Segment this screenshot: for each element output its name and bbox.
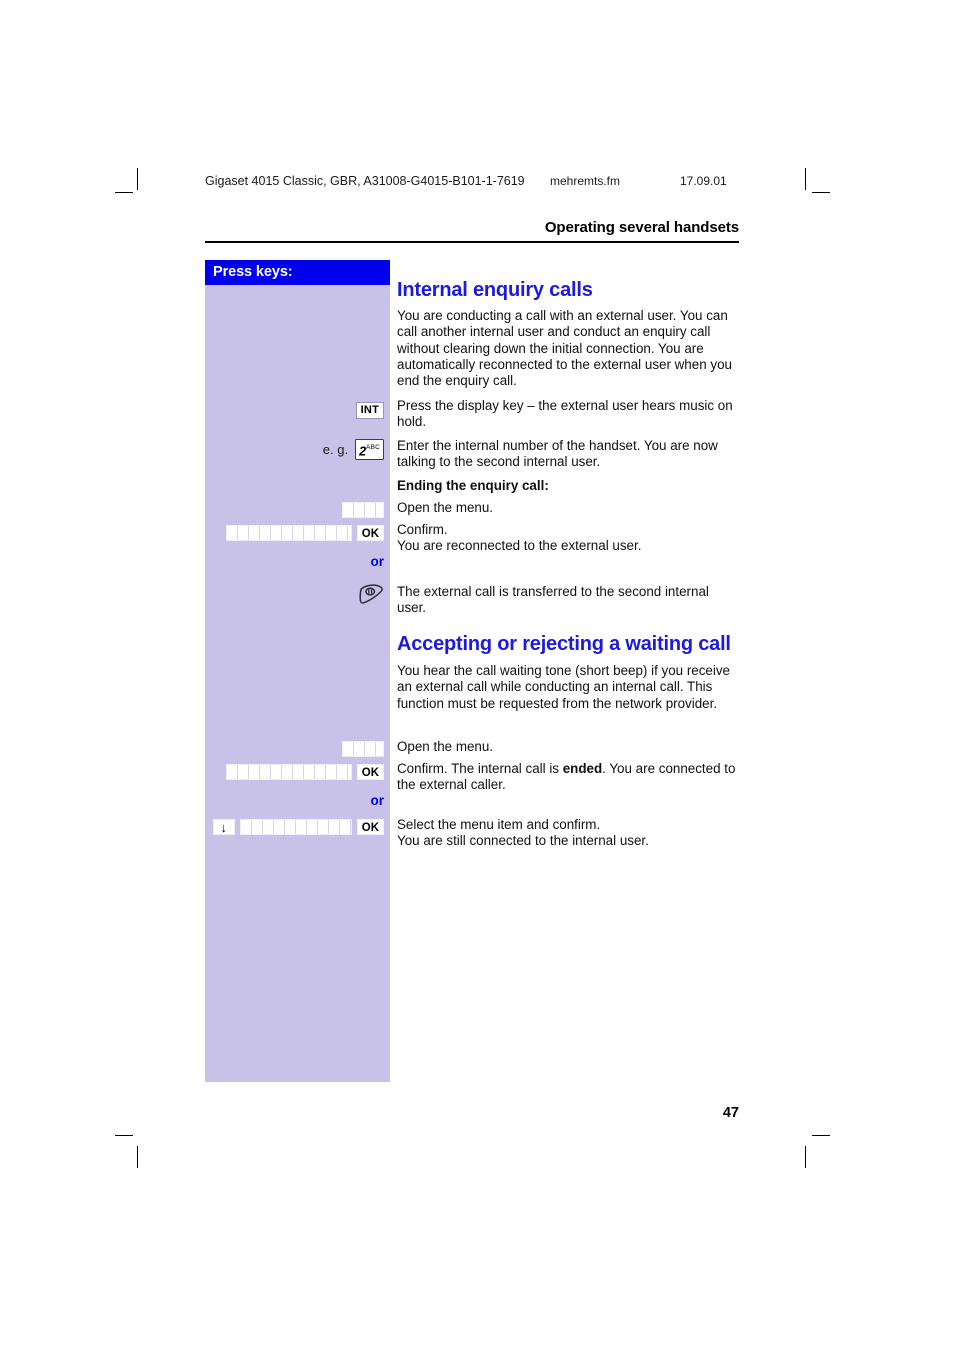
display-softkey-bar[interactable] (225, 763, 352, 780)
key-row-or-1: or (205, 552, 390, 571)
key-row-end-call (205, 581, 390, 607)
crop-mark-bottom-left-vertical (137, 1146, 138, 1168)
document-identifier: Gigaset 4015 Classic, GBR, A31008-G4015-… (205, 174, 525, 188)
key-row-confirm-2: OK (205, 762, 390, 781)
confirm-detail-1: You are reconnected to the external user… (397, 538, 642, 554)
ok-key[interactable]: OK (356, 818, 384, 835)
ok-key[interactable]: OK (356, 763, 384, 780)
document-date: 17.09.01 (680, 174, 727, 188)
key-row-digit: e. g. 2ABC (205, 438, 390, 461)
paragraph-open-the-menu-1: Open the menu. (397, 500, 494, 515)
display-softkey-bar[interactable] (239, 818, 352, 835)
running-head: Gigaset 4015 Classic, GBR, A31008-G4015-… (205, 174, 805, 190)
header-rule (205, 241, 739, 243)
paragraph-press-display-key: Press the display key – the external use… (397, 398, 733, 430)
chapter-title: Operating several handsets (544, 219, 739, 236)
crop-mark-bottom-right-vertical (805, 1146, 806, 1168)
key-row-open-menu-1 (205, 500, 390, 519)
paragraph-confirm-2: Confirm. The internal call is ended. You… (397, 761, 739, 794)
subheading-ending-the-enquiry-call: Ending the enquiry call: (397, 478, 549, 493)
paragraph-select-menu-item: Select the menu item and confirm. You ar… (397, 817, 739, 850)
key-row-select-confirm: ↓ OK (205, 817, 390, 836)
key-row-confirm-1: OK (205, 523, 390, 542)
page-content: Press keys: INT e. g. 2ABC OK or OK or ↓… (205, 260, 739, 1082)
key-row-open-menu-2 (205, 739, 390, 758)
int-display-key[interactable]: INT (355, 402, 384, 419)
or-label: or (370, 554, 385, 569)
example-label: e. g. (322, 442, 349, 457)
end-call-icon[interactable] (358, 583, 384, 605)
paragraph-enter-internal-number: Enter the internal number of the handset… (397, 438, 718, 470)
crop-mark-top-right-vertical (805, 168, 806, 190)
section-heading-internal-enquiry-calls: Internal enquiry calls (397, 279, 593, 301)
display-softkey-bar[interactable] (342, 740, 384, 757)
paragraph-intro-waiting-call: You hear the call waiting tone (short be… (397, 663, 730, 711)
select-menu-label: Select the menu item and confirm. (397, 817, 601, 832)
source-file-name: mehremts.fm (550, 174, 621, 188)
confirm-text-emphasis: ended (562, 761, 603, 776)
paragraph-open-the-menu-2: Open the menu. (397, 739, 494, 754)
crop-mark-bottom-right-horizontal (812, 1135, 830, 1136)
paragraph-confirm-1: Confirm. You are reconnected to the exte… (397, 522, 739, 555)
press-keys-column: Press keys: INT e. g. 2ABC OK or OK or ↓… (205, 260, 390, 1082)
confirm-text-lead: Confirm. The internal call is (397, 761, 563, 776)
arrow-down-icon[interactable]: ↓ (212, 818, 235, 835)
paragraph-intro-enquiry: You are conducting a call with an extern… (397, 308, 732, 389)
key-row-int: INT (205, 401, 390, 420)
crop-mark-top-left-vertical (137, 168, 138, 190)
press-keys-heading: Press keys: (205, 260, 390, 285)
paragraph-external-call-transferred: The external call is transferred to the … (397, 584, 709, 616)
select-menu-detail: You are still connected to the internal … (397, 833, 649, 849)
key-row-or-2: or (205, 791, 390, 810)
digit-key-letters: ABC (366, 443, 380, 451)
or-label: or (370, 793, 385, 808)
crop-mark-bottom-left-horizontal (115, 1135, 133, 1136)
digit-key-number: 2 (359, 444, 367, 459)
section-heading-accepting-or-rejecting: Accepting or rejecting a waiting call (397, 633, 731, 655)
crop-mark-top-left-horizontal (115, 192, 133, 193)
crop-mark-top-right-horizontal (812, 192, 830, 193)
digit-key-2[interactable]: 2ABC (355, 438, 384, 461)
display-softkey-bar[interactable] (342, 501, 384, 518)
confirm-label-1: Confirm. (397, 522, 448, 537)
ok-key[interactable]: OK (356, 524, 384, 541)
display-softkey-bar[interactable] (225, 524, 352, 541)
page-number: 47 (722, 1105, 739, 1121)
